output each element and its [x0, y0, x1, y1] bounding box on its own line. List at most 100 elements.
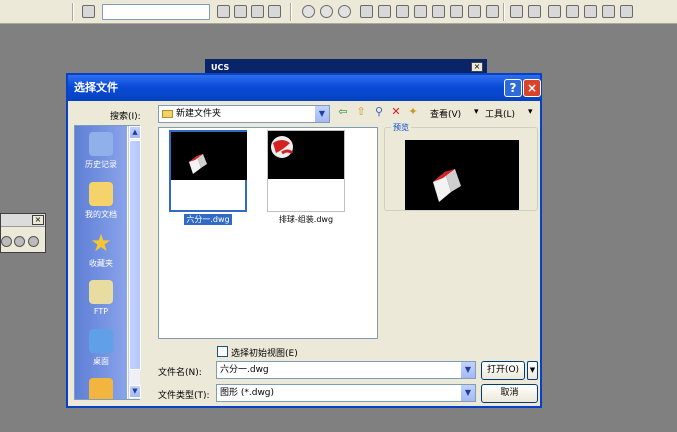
- scroll-down-icon[interactable]: ▼: [129, 385, 141, 398]
- filename-field[interactable]: 六分一.dwg ▼: [216, 361, 476, 379]
- place-label: 历史记录: [85, 160, 117, 169]
- shade-icon[interactable]: [14, 236, 25, 247]
- ucs-icon[interactable]: [360, 5, 373, 18]
- floating-palette: ×: [0, 213, 46, 253]
- open-options-arrow[interactable]: ▼: [527, 361, 538, 380]
- close-button[interactable]: ×: [523, 79, 541, 97]
- tool-icon[interactable]: [234, 5, 247, 18]
- shade-icon[interactable]: [1, 236, 12, 247]
- tool-icon[interactable]: [251, 5, 264, 18]
- chevron-down-icon[interactable]: ▼: [460, 362, 475, 378]
- initial-view-label: 选择初始视图(E): [231, 349, 298, 359]
- folder-icon: [162, 109, 173, 118]
- file-name: 六分一.dwg: [184, 214, 232, 225]
- place-my-documents[interactable]: 我的文档: [75, 182, 127, 220]
- file-thumbnail: [267, 130, 345, 212]
- place-desktop[interactable]: 桌面: [75, 329, 127, 367]
- delete-icon[interactable]: ✕: [389, 105, 403, 119]
- scroll-thumb[interactable]: [129, 140, 141, 370]
- place-history[interactable]: 历史记录: [75, 132, 127, 170]
- ucs-icon[interactable]: [432, 5, 445, 18]
- ucs-icon[interactable]: [378, 5, 391, 18]
- toolbar-separator: [503, 3, 505, 21]
- file-list: 六分一.dwg 排球-组装.dwg: [158, 127, 378, 339]
- filetype-dropdown[interactable]: 图形 (*.dwg) ▼: [216, 384, 476, 402]
- open-button[interactable]: 打开(O): [481, 361, 525, 380]
- place-favorites[interactable]: ★ 收藏夹: [75, 231, 127, 269]
- current-folder: 新建文件夹: [176, 109, 222, 119]
- render-icon[interactable]: [584, 5, 597, 18]
- view-icon[interactable]: [510, 5, 523, 18]
- chevron-down-icon[interactable]: ▼: [314, 106, 329, 122]
- orbit-icon[interactable]: [302, 5, 315, 18]
- chevron-down-icon[interactable]: ▼: [460, 385, 475, 401]
- back-icon[interactable]: ⇦: [336, 105, 350, 119]
- tool-icon[interactable]: [268, 5, 281, 18]
- ftp-icon: [89, 280, 113, 304]
- ucs-close-button[interactable]: ×: [471, 62, 483, 72]
- new-folder-icon[interactable]: ✦: [406, 105, 420, 119]
- view-menu-arrow[interactable]: ▾: [474, 107, 479, 117]
- search-label: 搜索(I):: [110, 112, 141, 122]
- tools-menu[interactable]: 工具(L): [485, 107, 515, 120]
- top-toolbar: [0, 0, 677, 24]
- place-folder[interactable]: [75, 378, 127, 399]
- edit-icon[interactable]: [82, 5, 95, 18]
- filetype-label: 文件类型(T):: [158, 391, 210, 401]
- place-label: FTP: [93, 307, 109, 316]
- initial-view-checkbox[interactable]: [217, 346, 228, 357]
- ucs-icon[interactable]: [396, 5, 409, 18]
- part-icon: [189, 154, 207, 174]
- ucs-icon[interactable]: [468, 5, 481, 18]
- orbit-icon[interactable]: [320, 5, 333, 18]
- filename-label: 文件名(N):: [158, 368, 202, 378]
- desktop-icon: [89, 329, 113, 353]
- folder-icon: [89, 378, 113, 399]
- filename-value: 六分一.dwg: [220, 365, 269, 375]
- my-documents-icon: [89, 182, 113, 206]
- render-icon[interactable]: [602, 5, 615, 18]
- select-file-dialog: 选择文件 ? × 搜索(I): 新建文件夹 ▼ ⇦ ⇧ ⚲ ✕ ✦ 查看(V) …: [66, 73, 542, 408]
- favorites-icon: ★: [90, 229, 112, 257]
- render-icon[interactable]: [548, 5, 561, 18]
- ucs-icon[interactable]: [414, 5, 427, 18]
- place-label: 收藏夹: [89, 259, 113, 268]
- volleyball-icon: [271, 136, 294, 158]
- place-ftp[interactable]: FTP: [75, 280, 127, 316]
- cancel-button[interactable]: 取消: [481, 384, 538, 403]
- search-web-icon[interactable]: ⚲: [372, 105, 386, 119]
- up-folder-icon[interactable]: ⇧: [354, 105, 368, 119]
- shade-icon[interactable]: [28, 236, 39, 247]
- history-icon: [89, 132, 113, 156]
- toolbar-separator: [72, 3, 74, 21]
- ucs-icon[interactable]: [486, 5, 499, 18]
- scroll-up-icon[interactable]: ▲: [129, 126, 141, 139]
- dialog-title: 选择文件: [68, 75, 540, 101]
- places-list: 历史记录 我的文档 ★ 收藏夹 FTP 桌面: [75, 126, 127, 399]
- place-label: 我的文档: [85, 210, 117, 219]
- toolbar-separator: [290, 3, 292, 21]
- file-name: 排球-组装.dwg: [278, 215, 334, 224]
- view-icon[interactable]: [528, 5, 541, 18]
- folder-dropdown[interactable]: 新建文件夹 ▼: [158, 105, 330, 123]
- orbit-icon[interactable]: [338, 5, 351, 18]
- tools-menu-arrow[interactable]: ▾: [528, 107, 533, 117]
- places-bar: 历史记录 我的文档 ★ 收藏夹 FTP 桌面 ▲ ▼: [74, 125, 141, 400]
- help-button[interactable]: ?: [504, 79, 522, 97]
- tool-icon[interactable]: [217, 5, 230, 18]
- ucs-icon[interactable]: [450, 5, 463, 18]
- render-icon[interactable]: [566, 5, 579, 18]
- file-item[interactable]: 六分一.dwg: [169, 130, 247, 225]
- preview-label: 预览: [391, 122, 411, 133]
- toolbar-input[interactable]: [102, 4, 210, 20]
- render-icon[interactable]: [620, 5, 633, 18]
- places-scrollbar[interactable]: ▲ ▼: [128, 126, 141, 399]
- part-icon: [433, 169, 461, 202]
- preview-image: [405, 140, 519, 210]
- file-item[interactable]: 排球-组装.dwg: [267, 130, 345, 225]
- filetype-value: 图形 (*.dwg): [220, 388, 275, 398]
- file-thumbnail: [169, 130, 247, 212]
- palette-close-button[interactable]: ×: [32, 215, 44, 225]
- preview-group: 预览: [384, 122, 538, 211]
- view-menu[interactable]: 查看(V): [430, 107, 461, 120]
